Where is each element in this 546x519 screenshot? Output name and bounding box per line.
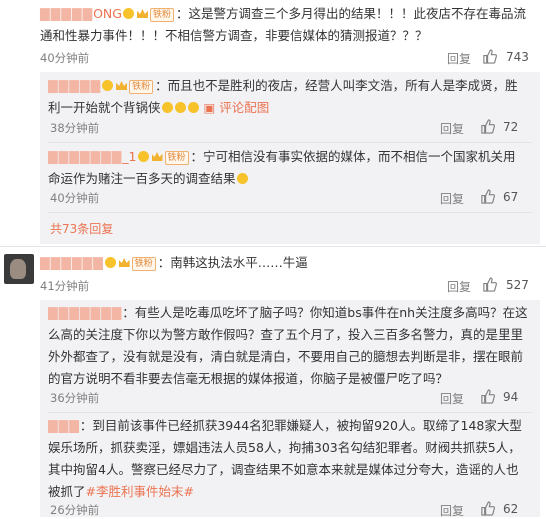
reply-button[interactable]: 回复 [440,390,464,407]
like-count: 94 [503,390,519,404]
reply-button[interactable]: 回复 [440,190,464,207]
thumbs-up-icon[interactable] [480,119,495,134]
thumbs-up-icon[interactable] [480,189,495,204]
thumbs-up-icon[interactable] [480,389,495,404]
comment-time: 41分钟前 [40,279,90,293]
reply-time: 36分钟前 [50,391,100,405]
reply-author-blurred[interactable]: ▇▇▇▇▇▇▇ [48,305,122,320]
like-count: 62 [503,502,519,516]
divider [48,412,532,413]
crown-icon [118,258,130,267]
reply-button[interactable]: 回复 [447,50,471,67]
more-replies-link[interactable]: 共73条回复 [50,220,113,237]
comment-author-blurred[interactable]: ▇▇▇▇▇ [40,6,93,21]
reply-author[interactable]: _1 [122,149,136,164]
reply-author-blurred[interactable]: ▇▇▇▇▇ [48,78,101,93]
comment-time: 40分钟前 [40,51,90,65]
reply-author-blurred[interactable]: ▇▇▇▇▇▇▇ [48,149,122,164]
emoji-icon [174,102,186,113]
reply-button[interactable]: 回复 [440,120,464,137]
like-count: 743 [506,50,529,64]
image-link[interactable]: ▣ 评论配图 [204,100,270,115]
like-count: 72 [503,120,519,134]
crown-icon [136,9,148,18]
thumbs-up-icon[interactable] [482,49,497,64]
comment-1: ▇▇▇▇▇ONG 铁粉 ：这是警方调查三个多月得出的结果！！！此夜店不存在毒品流通和… [40,3,530,47]
reply-button[interactable]: 回复 [447,278,471,295]
thumbs-up-icon[interactable] [480,501,495,516]
comment-author[interactable]: ONG [93,6,122,21]
hashtag-link[interactable]: #李胜利事件始末# [86,484,194,499]
emoji-icon [122,8,134,19]
like-count: 527 [506,278,529,292]
emoji-icon [236,173,248,184]
reply-time: 38分钟前 [50,121,100,135]
comment-author-blurred[interactable]: ▇▇▇▇▇▇ [40,255,104,270]
crown-icon [151,152,163,161]
reply-2: ▇▇▇▇▇▇▇_1 铁粉 ：宁可相信没有事实依据的媒体，而不相信一个国家机关用命运作… [48,146,528,190]
emoji-icon [137,151,149,162]
comment-text: ：南韩这执法水平……牛逼 [157,255,308,270]
emoji-icon [102,80,114,91]
reply-time: 40分钟前 [50,191,100,205]
reply-text: ：而且也不是胜利的夜店，经营人叫李文浩，所有人是李成贤，胜利一开始就个背锅侠 [48,78,518,115]
divider [48,142,532,143]
reply-4: ▇▇▇：到目前该事件已经抓获3944名犯罪嫌疑人，被拘留920人。取缔了148家… [48,415,530,503]
reply-time: 26分钟前 [50,503,100,517]
crown-icon [116,81,128,90]
emoji-icon [161,102,173,113]
reply-3: ▇▇▇▇▇▇▇：有些人是吃毒瓜吃坏了脑子吗？你知道bs事件在nh关注度多高吗？在… [48,302,530,390]
divider [0,246,546,247]
fan-badge[interactable]: 铁粉 [164,151,189,165]
divider [48,212,532,213]
reply-author-blurred[interactable]: ▇▇▇ [48,418,80,433]
like-count: 67 [503,190,519,204]
thumbs-up-icon[interactable] [482,277,497,292]
emoji-icon [104,257,116,268]
reply-button[interactable]: 回复 [440,502,464,519]
fan-badge[interactable]: 铁粉 [129,80,154,94]
comment-2: ▇▇▇▇▇▇ 铁粉 ：南韩这执法水平……牛逼 [40,252,530,274]
emoji-icon [187,102,199,113]
fan-badge[interactable]: 铁粉 [131,257,156,271]
fan-badge[interactable]: 铁粉 [149,8,174,22]
reply-1: ▇▇▇▇▇ 铁粉 ：而且也不是胜利的夜店，经营人叫李文浩，所有人是李成贤，胜利一开始… [48,75,528,119]
avatar[interactable] [4,254,34,284]
